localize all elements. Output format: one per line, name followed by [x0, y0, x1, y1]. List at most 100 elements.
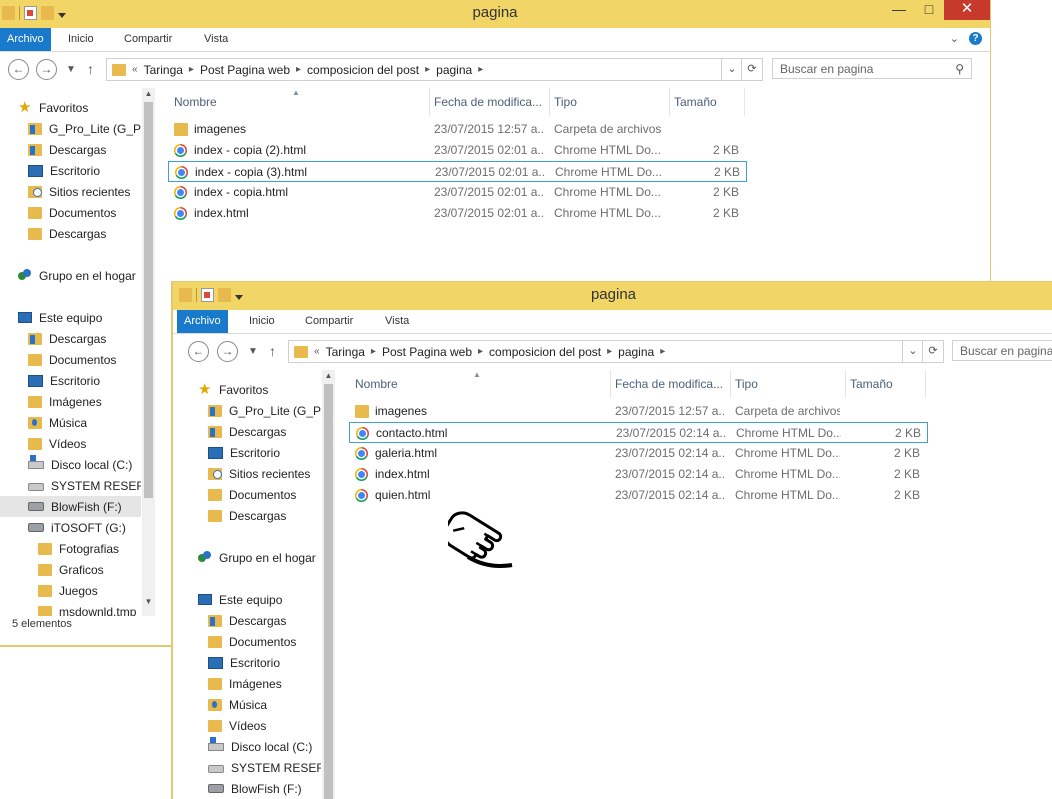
column-header[interactable]: Nombre: [351, 370, 611, 398]
close-button[interactable]: ✕: [944, 0, 990, 20]
title-bar[interactable]: pagina — □ ✕: [0, 0, 990, 28]
search-input[interactable]: Buscar en pagina ⚲: [772, 58, 972, 79]
nav-item[interactable]: Disco local (C:): [180, 736, 321, 757]
column-header[interactable]: Tipo: [550, 88, 670, 116]
nav-item[interactable]: Descargas: [0, 328, 141, 349]
tab-vista[interactable]: Vista: [204, 28, 228, 51]
column-header[interactable]: Tamaño: [846, 370, 926, 398]
address-segment[interactable]: Taringa: [138, 63, 189, 77]
address-segment[interactable]: pagina: [612, 345, 660, 359]
scroll-down-arrow[interactable]: ▼: [142, 596, 155, 608]
nav-item[interactable]: Documentos: [0, 202, 141, 223]
nav-item[interactable]: Grupo en el hogar: [180, 547, 321, 568]
address-segment[interactable]: pagina: [430, 63, 478, 77]
file-row[interactable]: index.html 23/07/2015 02:14 a... Chrome HT…: [349, 464, 928, 485]
nav-item[interactable]: Música: [180, 694, 321, 715]
nav-item[interactable]: Documentos: [180, 484, 321, 505]
chevron-right-icon[interactable]: ▸: [660, 346, 665, 357]
file-row[interactable]: imagenes 23/07/2015 12:57 a... Carpeta de …: [349, 401, 928, 422]
nav-item[interactable]: Descargas: [180, 421, 321, 442]
refresh-icon[interactable]: ⟳: [922, 341, 943, 362]
up-button[interactable]: ↑: [269, 343, 276, 359]
scrollbar-thumb[interactable]: [144, 102, 153, 498]
nav-item[interactable]: Descargas: [0, 139, 141, 160]
nav-item[interactable]: Documentos: [0, 349, 141, 370]
nav-item[interactable]: Fotografias: [0, 538, 141, 559]
tab-compartir[interactable]: Compartir: [124, 28, 172, 51]
maximize-button[interactable]: □: [914, 0, 944, 20]
nav-item[interactable]: Juegos: [0, 580, 141, 601]
nav-item[interactable]: G_Pro_Lite (G_Pro: [0, 118, 141, 139]
address-dropdown-icon[interactable]: ⌄: [721, 59, 742, 80]
nav-item[interactable]: Grupo en el hogar: [0, 265, 141, 286]
file-row[interactable]: index - copia (3).html 23/07/2015 02:01 a…: [168, 161, 747, 182]
file-row[interactable]: imagenes 23/07/2015 12:57 a... Carpeta de …: [168, 119, 747, 140]
nav-item[interactable]: msdownld.tmp: [0, 601, 141, 616]
nav-item[interactable]: BlowFish (F:): [180, 778, 321, 799]
tab-inicio[interactable]: Inicio: [249, 310, 275, 333]
nav-item[interactable]: Escritorio: [180, 442, 321, 463]
nav-item[interactable]: Disco local (C:): [0, 454, 141, 475]
back-button[interactable]: ←: [188, 341, 209, 362]
minimize-button[interactable]: —: [884, 0, 914, 20]
nav-item[interactable]: ★ Favoritos: [180, 379, 321, 400]
recent-locations-icon[interactable]: ▼: [66, 64, 76, 75]
scroll-up-arrow[interactable]: ▲: [142, 88, 155, 100]
chevron-right-icon[interactable]: ▸: [478, 64, 483, 75]
back-button[interactable]: ←: [8, 59, 29, 80]
nav-item[interactable]: Imágenes: [0, 391, 141, 412]
tab-compartir[interactable]: Compartir: [305, 310, 353, 333]
nav-item[interactable]: Escritorio: [0, 370, 141, 391]
nav-item[interactable]: Vídeos: [180, 715, 321, 736]
tab-inicio[interactable]: Inicio: [68, 28, 94, 51]
address-segment[interactable]: Post Pagina web: [376, 345, 478, 359]
title-bar[interactable]: pagina: [173, 282, 1052, 310]
address-segment[interactable]: composicion del post: [483, 345, 607, 359]
nav-item[interactable]: Descargas: [180, 610, 321, 631]
column-header[interactable]: Fecha de modifica...: [430, 88, 550, 116]
column-header[interactable]: Tipo: [731, 370, 846, 398]
address-bar[interactable]: « Taringa ▸ Post Pagina web ▸ composicion …: [106, 58, 763, 81]
nav-item[interactable]: SYSTEM RESERVE: [180, 757, 321, 778]
nav-item[interactable]: Vídeos: [0, 433, 141, 454]
refresh-icon[interactable]: ⟳: [741, 59, 762, 80]
nav-item[interactable]: ★ Favoritos: [0, 97, 141, 118]
forward-button[interactable]: →: [217, 341, 238, 362]
nav-item[interactable]: iTOSOFT (G:): [0, 517, 141, 538]
nav-item[interactable]: Descargas: [180, 505, 321, 526]
file-row[interactable]: quien.html 23/07/2015 02:14 a... Chrome HT…: [349, 485, 928, 506]
nav-item[interactable]: Graficos: [0, 559, 141, 580]
column-header[interactable]: Fecha de modifica...: [611, 370, 731, 398]
address-segment[interactable]: Taringa: [320, 345, 371, 359]
nav-item[interactable]: Este equipo: [0, 307, 141, 328]
nav-item[interactable]: Escritorio: [180, 652, 321, 673]
tab-archivo[interactable]: Archivo: [0, 28, 51, 51]
nav-item[interactable]: G_Pro_Lite (G_Pro: [180, 400, 321, 421]
scroll-up-arrow[interactable]: ▲: [322, 370, 335, 382]
nav-item[interactable]: Sitios recientes: [180, 463, 321, 484]
nav-item[interactable]: Escritorio: [0, 160, 141, 181]
help-icon[interactable]: ?: [969, 32, 982, 45]
column-header[interactable]: Nombre: [170, 88, 430, 116]
file-row[interactable]: index - copia.html 23/07/2015 02:01 a... C…: [168, 182, 747, 203]
forward-button[interactable]: →: [36, 59, 57, 80]
address-bar[interactable]: « Taringa ▸ Post Pagina web ▸ composicion …: [288, 340, 944, 363]
file-row[interactable]: galeria.html 23/07/2015 02:14 a... Chrome …: [349, 443, 928, 464]
nav-item[interactable]: Música: [0, 412, 141, 433]
nav-item[interactable]: BlowFish (F:): [0, 496, 141, 517]
file-row[interactable]: index.html 23/07/2015 02:01 a... Chrome HT…: [168, 203, 747, 224]
scrollbar-thumb[interactable]: [324, 384, 333, 799]
search-icon[interactable]: ⚲: [955, 59, 964, 80]
recent-locations-icon[interactable]: ▼: [248, 346, 258, 357]
up-button[interactable]: ↑: [87, 61, 94, 77]
expand-ribbon-icon[interactable]: ⌄: [950, 32, 959, 45]
address-segment[interactable]: composicion del post: [301, 63, 425, 77]
tab-vista[interactable]: Vista: [385, 310, 409, 333]
nav-scrollbar[interactable]: ▲ ▼: [142, 88, 155, 616]
file-row[interactable]: contacto.html 23/07/2015 02:14 a... Chrome…: [349, 422, 928, 443]
address-dropdown-icon[interactable]: ⌄: [902, 341, 923, 362]
nav-item[interactable]: SYSTEM RESERVE: [0, 475, 141, 496]
nav-item[interactable]: Este equipo: [180, 589, 321, 610]
nav-item[interactable]: Descargas: [0, 223, 141, 244]
column-header[interactable]: Tamaño: [670, 88, 745, 116]
